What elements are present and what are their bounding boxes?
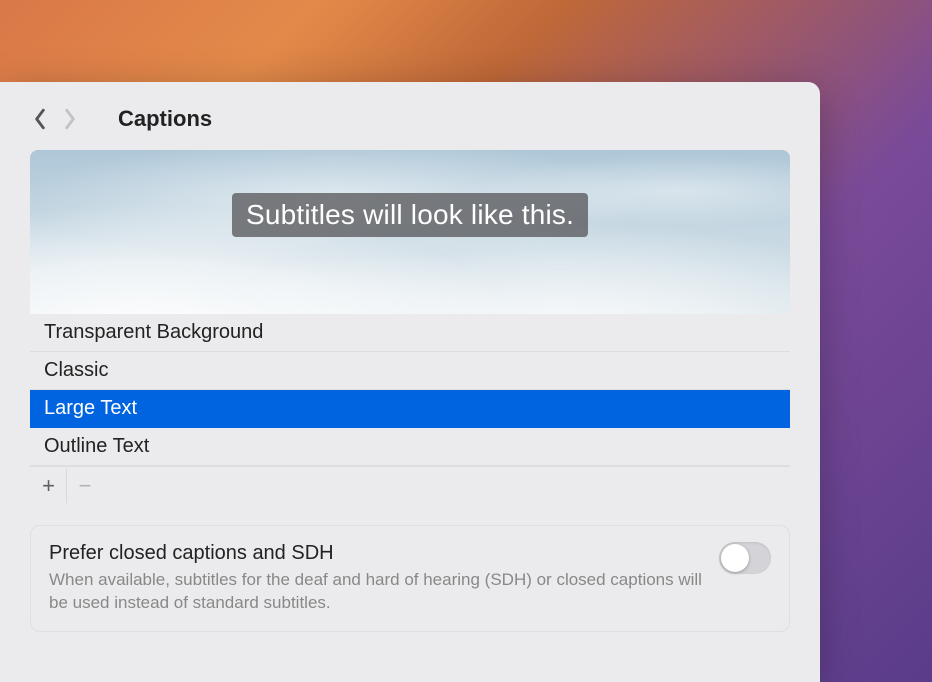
style-item-classic[interactable]: Classic xyxy=(30,352,790,390)
style-list-footer: + − xyxy=(30,466,790,505)
forward-button[interactable] xyxy=(60,107,80,131)
minus-icon: − xyxy=(79,473,92,499)
prefer-sdh-row: Prefer closed captions and SDH When avai… xyxy=(30,525,790,632)
plus-icon: + xyxy=(42,473,55,499)
back-button[interactable] xyxy=(30,107,50,131)
prefer-sdh-text: Prefer closed captions and SDH When avai… xyxy=(49,542,703,615)
captions-settings-window: Captions Subtitles will look like this. … xyxy=(0,82,820,682)
style-item-large-text[interactable]: Large Text xyxy=(30,390,790,428)
prefer-sdh-toggle[interactable] xyxy=(719,542,771,574)
subtitle-sample-text: Subtitles will look like this. xyxy=(232,193,588,237)
style-item-transparent-background[interactable]: Transparent Background xyxy=(30,314,790,352)
prefer-sdh-description: When available, subtitles for the deaf a… xyxy=(49,569,703,615)
prefer-sdh-title: Prefer closed captions and SDH xyxy=(49,542,703,565)
remove-style-button[interactable]: − xyxy=(67,469,103,503)
toggle-knob xyxy=(721,544,749,572)
titlebar: Captions xyxy=(0,82,820,150)
page-title: Captions xyxy=(118,106,212,132)
content-area: Subtitles will look like this. Transpare… xyxy=(0,150,820,662)
subtitle-preview: Subtitles will look like this. xyxy=(30,150,790,314)
add-style-button[interactable]: + xyxy=(31,469,67,503)
style-item-outline-text[interactable]: Outline Text xyxy=(30,428,790,466)
caption-style-list: Transparent Background Classic Large Tex… xyxy=(30,314,790,505)
